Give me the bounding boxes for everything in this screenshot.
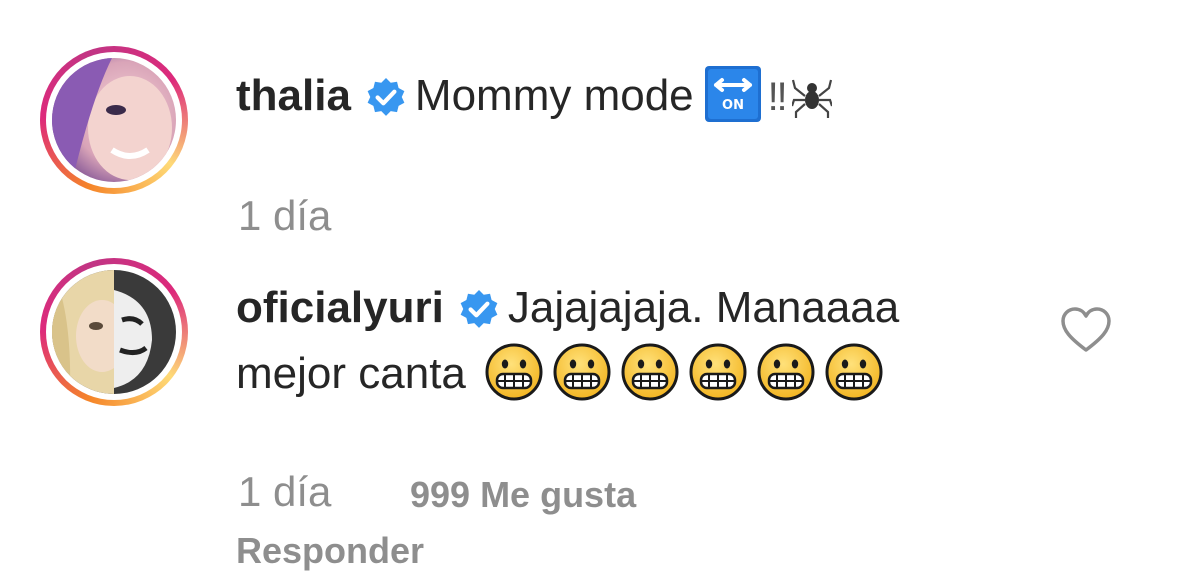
verified-badge-icon (365, 73, 407, 117)
avatar-ring-thalia[interactable] (40, 46, 188, 194)
comment-time-thalia[interactable]: 1 día (238, 192, 331, 240)
double-exclamation-emoji-icon: ‼ (767, 75, 788, 119)
emoji-row (484, 343, 892, 401)
comment-text-thalia: Mommy mode (414, 71, 694, 120)
username-thalia[interactable]: thalia (236, 71, 351, 120)
verified-badge-icon (458, 285, 500, 329)
spider-emoji-icon (790, 72, 833, 119)
comment-oficialyuri-line2: mejor canta (236, 342, 892, 406)
comment-text-oficialyuri-2: mejor canta (236, 349, 466, 398)
comment-thalia: thalia Mommy mode ON ‼ (236, 64, 833, 129)
heart-outline-icon[interactable] (1060, 306, 1112, 354)
grimacing-face-emoji-icon (756, 342, 816, 402)
on-arrow-emoji-icon: ON (704, 65, 762, 123)
like-count[interactable]: 999 Me gusta (410, 474, 636, 516)
avatar-ring-oficialyuri[interactable] (40, 258, 188, 406)
grimacing-face-emoji-icon (484, 342, 544, 402)
reply-button[interactable]: Responder (236, 530, 424, 572)
username-oficialyuri[interactable]: oficialyuri (236, 283, 444, 332)
grimacing-face-emoji-icon (620, 342, 680, 402)
comment-time-oficialyuri[interactable]: 1 día (238, 468, 331, 516)
svg-text:ON: ON (722, 98, 744, 113)
grimacing-face-emoji-icon (688, 342, 748, 402)
comment-oficialyuri-line1: oficialyuri Jajajajaja. Manaaaa (236, 276, 899, 340)
avatar-oficialyuri[interactable] (52, 270, 176, 394)
avatar-thalia[interactable] (52, 58, 176, 182)
comment-text-oficialyuri-1: Jajajajaja. Manaaaa (507, 283, 900, 332)
grimacing-face-emoji-icon (552, 342, 612, 402)
grimacing-face-emoji-icon (824, 342, 884, 402)
